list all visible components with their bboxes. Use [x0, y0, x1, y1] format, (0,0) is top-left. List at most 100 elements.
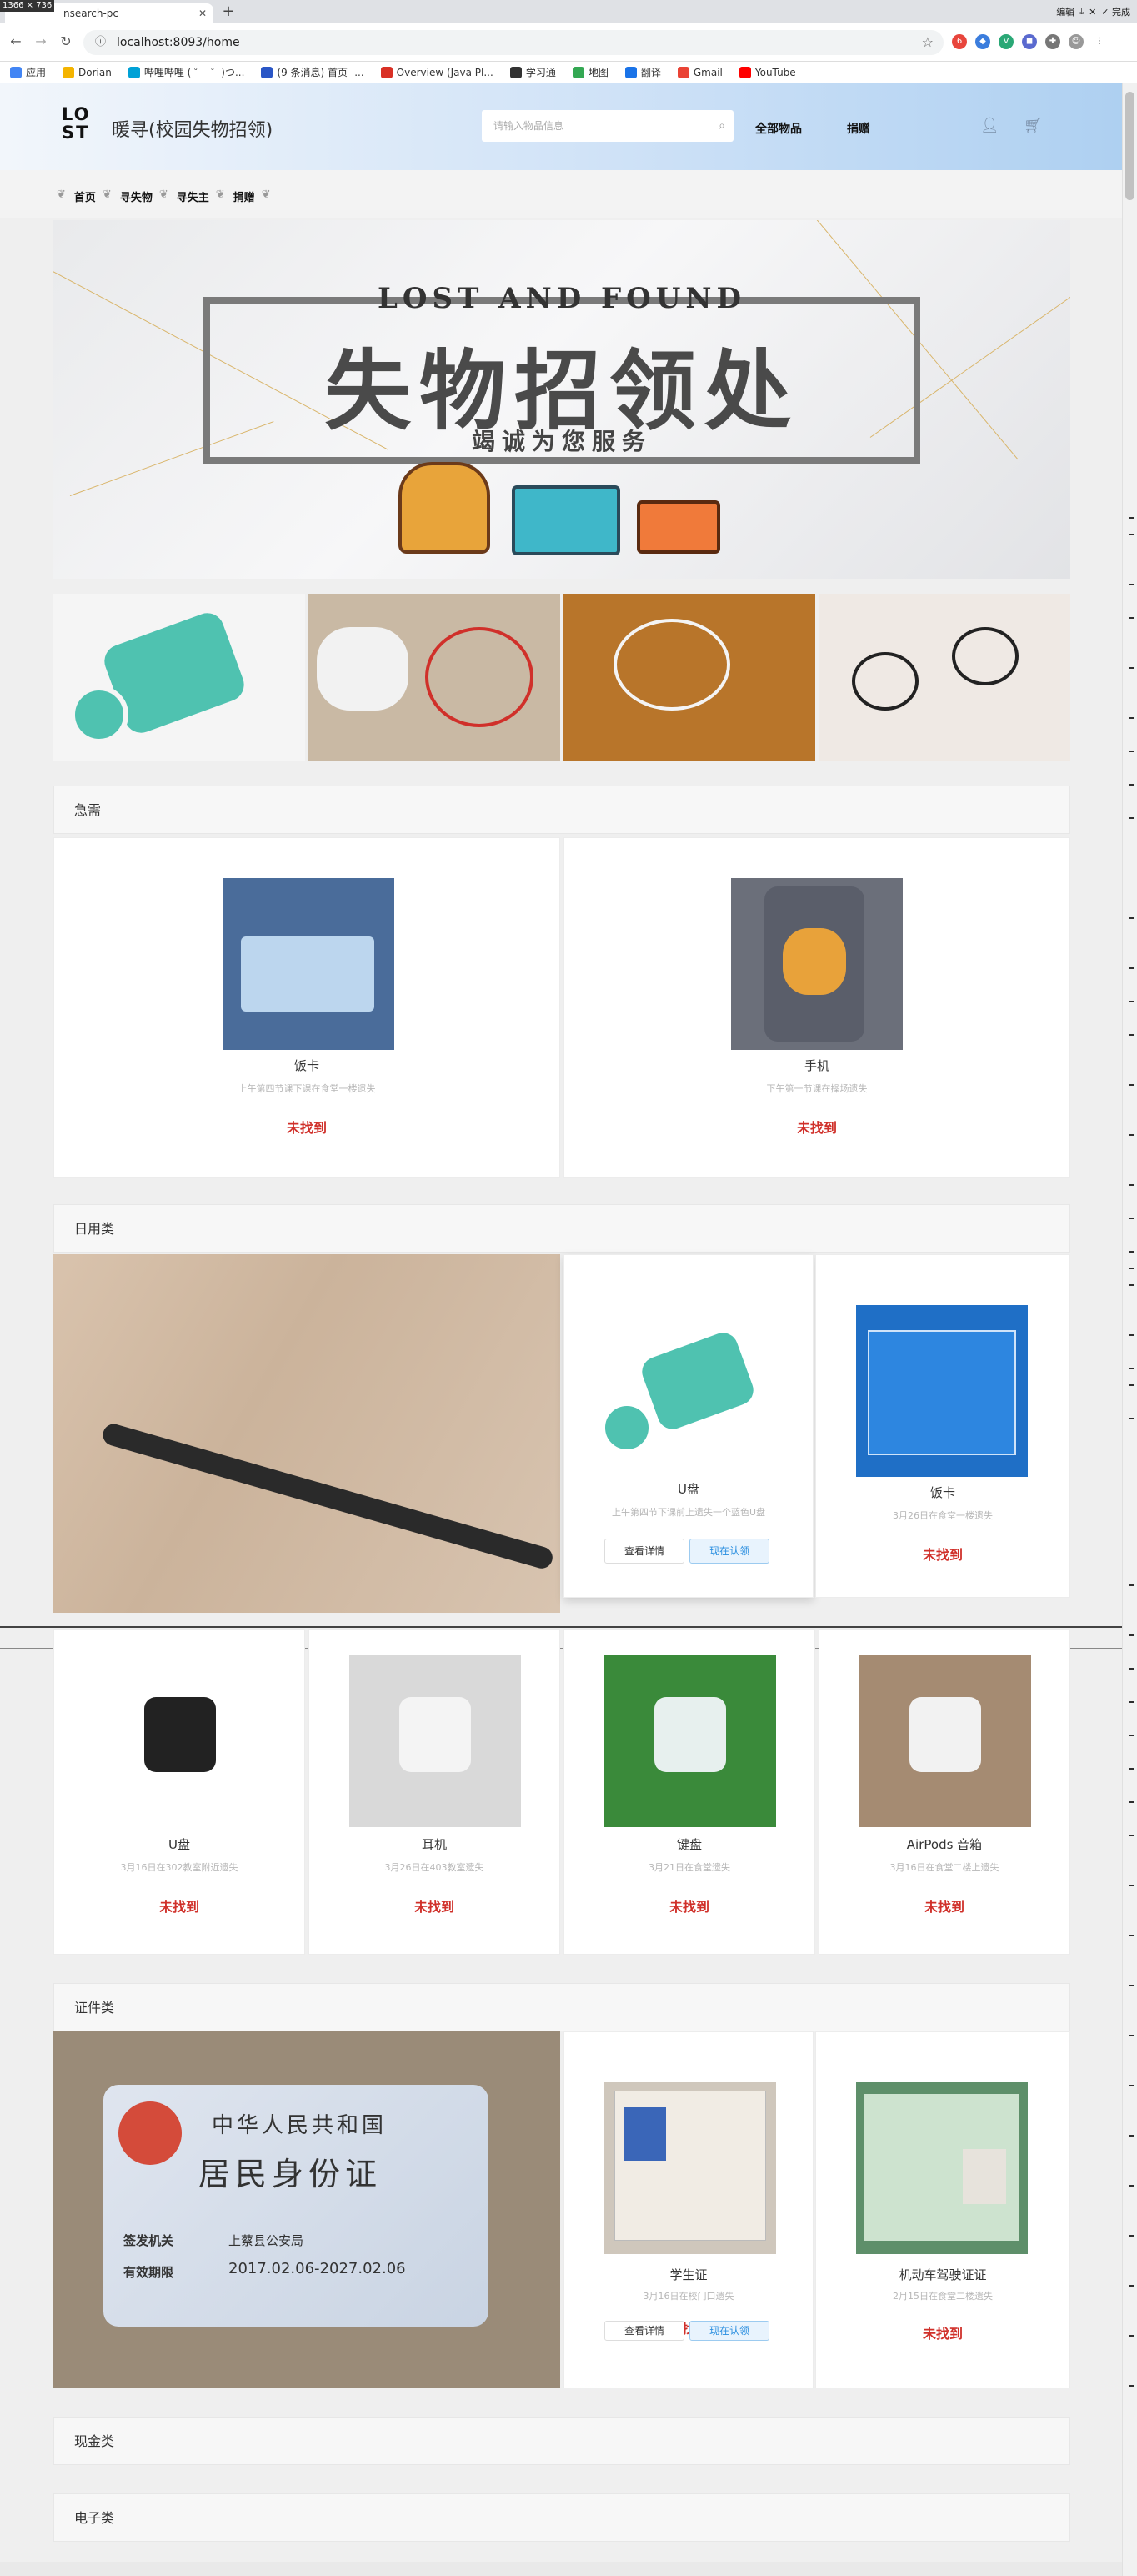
daily-card-meal[interactable]: 饭卡 3月26日在食堂一楼遗失 未找到 [815, 1254, 1070, 1598]
tag-photo[interactable] [308, 594, 560, 761]
extension-icon[interactable]: ◆ [975, 34, 990, 49]
breadcrumb-lost[interactable]: 寻失物 [120, 188, 153, 204]
bookmark-item[interactable]: YouTube [739, 66, 796, 78]
item-photo[interactable] [349, 1655, 521, 1827]
bookmark-item[interactable]: (9 条消息) 首页 -... [261, 65, 364, 79]
new-tab-button[interactable]: + [218, 3, 238, 22]
extension-icon[interactable]: 6 [952, 34, 967, 49]
id-card-photo[interactable]: 中华人民共和国 居民身份证 签发机关 上蔡县公安局 有效期限 2017.02.0… [53, 2031, 560, 2388]
claim-now-button[interactable]: 现在认领 [689, 2321, 769, 2341]
site-logo[interactable]: LO ST [62, 105, 98, 148]
item-title[interactable]: 机动车驾驶证证 [816, 2266, 1069, 2283]
bookmark-item[interactable]: Dorian [63, 66, 112, 78]
claim-now-button[interactable]: 现在认领 [689, 1539, 769, 1564]
scroll-marker [1129, 1701, 1134, 1703]
scroll-marker [1129, 1418, 1134, 1419]
phone-photo[interactable] [731, 878, 903, 1050]
view-detail-button[interactable]: 查看详情 [604, 1539, 684, 1564]
bookmark-item[interactable]: Gmail [677, 66, 723, 78]
student-card-photo[interactable] [604, 2082, 776, 2254]
item-title[interactable]: 饭卡 [816, 1484, 1069, 1501]
tab-close-icon[interactable]: ✕ [198, 3, 207, 23]
screenshot-seam [0, 1626, 1122, 1628]
user-icon[interactable]: 👤︎ [980, 117, 999, 134]
item-title[interactable]: AirPods 音箱 [819, 1835, 1069, 1853]
cart-icon[interactable]: 🛒︎ [1024, 117, 1043, 134]
cert-card-license[interactable]: 机动车驾驶证证 2月15日在食堂二楼遗失 未找到 [815, 2031, 1070, 2388]
menu-dots-icon[interactable]: ⋮ [1092, 34, 1107, 49]
cert-card-student[interactable]: 学生证 3月16日在校门口遗失 未找到 查看详情 现在认领 [563, 2031, 814, 2388]
bookmark-item[interactable]: 应用 [10, 65, 46, 79]
search-input[interactable]: 请输入物品信息 ⌕ [482, 110, 734, 142]
daily-card[interactable]: U盘 3月16日在302教室附近遗失未找到 [53, 1629, 305, 1955]
item-desc: 3月16日在302教室附近遗失 [120, 1862, 238, 1873]
nav-donate[interactable]: 捐赠 [847, 120, 870, 137]
daily-row: U盘 3月16日在302教室附近遗失未找到 耳机 3月26日在403教室遗失 未找到 键盘… [53, 1629, 1070, 1955]
item-status: 未找到 [668, 2321, 709, 2337]
puzzle-icon[interactable]: ✚ [1045, 34, 1060, 49]
view-detail-button[interactable]: 查看详情 [604, 2321, 684, 2341]
breadcrumb-donate[interactable]: 捐赠 [233, 188, 255, 204]
hero-banner[interactable]: LOST AND FOUND 失物招领处 竭诚为您服务 [53, 220, 1070, 579]
leaf-icon: ❦ [158, 188, 168, 201]
edit-button[interactable]: 编辑 [1056, 5, 1074, 18]
daily-featured-pen-photo[interactable] [53, 1254, 560, 1613]
daily-card[interactable]: AirPods 音箱 3月16日在食堂二楼上遗失 未找到 [819, 1629, 1070, 1955]
daily-card[interactable]: 键盘 3月21日在食堂遗失 未找到 [563, 1629, 815, 1955]
bookmark-item[interactable]: Overview (Java Pl... [380, 66, 493, 78]
item-photo[interactable] [604, 1655, 776, 1827]
bookmark-star-icon[interactable]: ☆ [922, 30, 934, 55]
urgent-card-phone[interactable]: 手机 下午第一节课在操场遗失 未找到 [563, 837, 1070, 1178]
glasses-photo[interactable] [819, 594, 1070, 761]
url-input[interactable]: ⓘ localhost:8093/home ☆ [83, 30, 944, 55]
forward-arrow-icon[interactable]: → [32, 33, 50, 49]
back-arrow-icon[interactable]: ← [7, 33, 25, 49]
earphone-photo[interactable] [563, 594, 815, 761]
bookmark-item[interactable]: 哔哩哔哩 ( ゜- ゜)つ... [128, 65, 244, 79]
item-title[interactable]: 手机 [564, 1057, 1069, 1074]
browser-tabbar: nsearch-pc ✕ 1366 × 736 + 编辑 ⤓ ✕ ✓ 完成 [0, 0, 1137, 23]
banner-subtitle: 竭诚为您服务 [471, 428, 652, 455]
usb-photo[interactable] [53, 594, 305, 761]
bookmark-item[interactable]: 学习通 [509, 65, 556, 79]
item-title[interactable]: 键盘 [564, 1835, 814, 1853]
nav-all-items[interactable]: 全部物品 [755, 120, 802, 137]
urgent-card-meal[interactable]: 饭卡 上午第四节课下课在食堂一楼遗失 未找到 [53, 837, 560, 1178]
site-info-icon[interactable]: ⓘ [95, 30, 106, 55]
item-status: 未找到 [158, 1899, 199, 1915]
breadcrumb-home[interactable]: 首页 [74, 188, 96, 204]
close-icon[interactable]: ✕ [1089, 7, 1096, 18]
page-scrollbar[interactable] [1122, 83, 1137, 2576]
breadcrumb-owner[interactable]: 寻失主 [177, 188, 209, 204]
download-icon[interactable]: ⤓ [1079, 6, 1084, 18]
item-status: 未找到 [796, 1120, 837, 1136]
bookmark-icon [509, 66, 522, 78]
bookmark-item[interactable]: 翻译 [624, 65, 661, 79]
bookmark-item[interactable]: 地图 [572, 65, 609, 79]
item-title[interactable]: U盘 [564, 1480, 813, 1498]
daily-card[interactable]: 耳机 3月26日在403教室遗失 未找到 [308, 1629, 560, 1955]
license-photo[interactable] [856, 2082, 1028, 2254]
item-photo[interactable] [94, 1655, 266, 1827]
url-text: localhost:8093/home [117, 36, 240, 49]
site-brand[interactable]: 暖寻(校园失物招领) [112, 115, 273, 142]
item-status: 未找到 [922, 2326, 963, 2342]
usb-photo[interactable] [598, 1327, 769, 1499]
item-photo[interactable] [859, 1655, 1031, 1827]
meal-card-photo[interactable] [223, 878, 394, 1050]
reload-icon[interactable]: ↻ [57, 33, 75, 49]
extension-icon[interactable]: ◼ [1022, 34, 1037, 49]
item-title[interactable]: 饭卡 [54, 1057, 559, 1074]
meal-card-photo[interactable] [856, 1305, 1028, 1477]
item-title[interactable]: 耳机 [309, 1835, 559, 1853]
scrollbar-thumb[interactable] [1125, 92, 1134, 200]
item-title[interactable]: U盘 [54, 1835, 304, 1853]
daily-card-usb-hover[interactable]: U盘 上午第四节下课前上遗失一个蓝色U盘 查看详情 现在认领 [563, 1254, 814, 1598]
extension-icon[interactable]: V [999, 34, 1014, 49]
profile-icon[interactable]: ☺ [1069, 34, 1084, 49]
leaf-icon: ❦ [57, 188, 66, 201]
done-button[interactable]: ✓ 完成 [1101, 5, 1130, 18]
site-header: LO ST 暖寻(校园失物招领) 请输入物品信息 ⌕ 全部物品 捐赠 👤︎ 🛒︎ [0, 83, 1122, 170]
item-title[interactable]: 学生证 [564, 2266, 813, 2283]
search-icon[interactable]: ⌕ [719, 110, 725, 142]
